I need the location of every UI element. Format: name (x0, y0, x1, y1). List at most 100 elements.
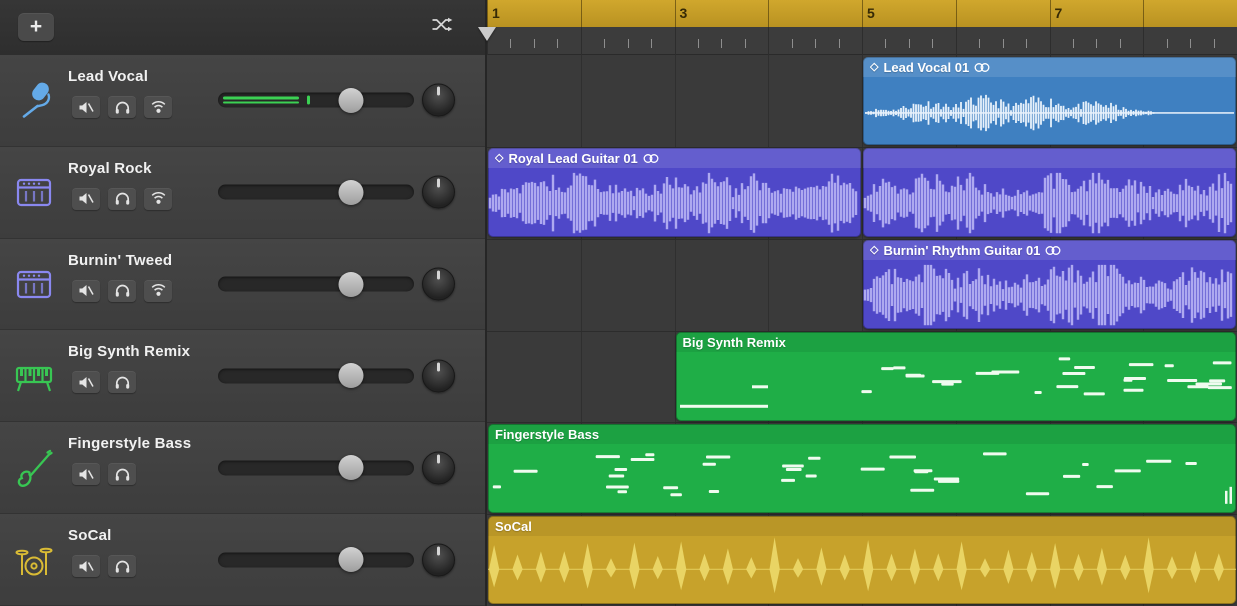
headphones-button[interactable] (108, 371, 136, 393)
pan-knob[interactable] (422, 176, 455, 209)
input-monitoring-icon (151, 101, 166, 114)
track-header[interactable]: Fingerstyle Bass (0, 422, 485, 514)
beat-tick (628, 39, 629, 48)
audio-region[interactable]: ◇Burnin' Rhythm Guitar 01 (863, 240, 1236, 329)
track-buttons (72, 188, 172, 210)
track-buttons (72, 280, 172, 302)
ruler-measure-number: 1 (492, 5, 500, 21)
track-header[interactable]: Royal Rock (0, 147, 485, 239)
input-monitoring-icon (151, 284, 166, 297)
pan-knob[interactable] (422, 451, 455, 484)
region-name: Big Synth Remix (683, 335, 786, 350)
volume-slider-thumb[interactable] (339, 547, 364, 572)
ruler-measure-line (1143, 0, 1144, 27)
pan-knob[interactable] (422, 84, 455, 117)
garageband-window: + Lead Vocal Royal Rock (0, 0, 1237, 606)
pan-knob[interactable] (422, 268, 455, 301)
volume-slider[interactable] (218, 93, 414, 108)
volume-slider-thumb[interactable] (339, 180, 364, 205)
headphones-button[interactable] (108, 96, 136, 118)
volume-slider-thumb[interactable] (339, 88, 364, 113)
transpose-diamond-icon: ◇ (870, 62, 878, 73)
beat-tick (534, 39, 535, 48)
pan-knob-notch (437, 271, 440, 280)
audio-region[interactable]: ◇ Royal Lead Guitar 01 (488, 148, 861, 237)
follow-tempo-icon (1045, 245, 1061, 256)
playhead[interactable] (478, 27, 496, 41)
input-monitoring-button[interactable] (144, 188, 172, 210)
mute-icon (78, 192, 94, 205)
volume-slider[interactable] (218, 368, 414, 383)
pan-knob[interactable] (422, 359, 455, 392)
beat-tick (581, 27, 582, 55)
track-buttons (72, 555, 136, 577)
beat-tick (721, 39, 722, 48)
ruler-measure-line (487, 0, 488, 27)
track-buttons (72, 463, 136, 485)
mute-button[interactable] (72, 188, 100, 210)
ruler[interactable]: 1357 (487, 0, 1237, 27)
beat-tick (815, 39, 816, 48)
mute-button[interactable] (72, 371, 100, 393)
mute-button[interactable] (72, 96, 100, 118)
input-monitoring-button[interactable] (144, 280, 172, 302)
beat-tick (1026, 39, 1027, 48)
mute-icon (78, 101, 94, 114)
beat-tick (1143, 27, 1144, 55)
level-meter (223, 97, 299, 104)
transpose-diamond-icon: ◇ (495, 153, 503, 164)
track-name: Burnin' Tweed (68, 252, 172, 269)
audio-region[interactable] (863, 148, 1236, 237)
beat-tick (839, 39, 840, 48)
region-name: Lead Vocal 01 (883, 60, 969, 75)
track-header[interactable]: SoCal (0, 514, 485, 606)
beat-tick (604, 39, 605, 48)
mute-button[interactable] (72, 555, 100, 577)
region-name: Royal Lead Guitar 01 (508, 151, 637, 166)
midi-region[interactable]: Big Synth Remix (676, 332, 1237, 421)
volume-slider-thumb[interactable] (339, 455, 364, 480)
beat-tick (675, 27, 676, 55)
track-header[interactable]: Lead Vocal (0, 55, 485, 147)
volume-slider[interactable] (218, 460, 414, 475)
headphones-button[interactable] (108, 280, 136, 302)
audio-region[interactable]: ◇ Lead Vocal 01 (863, 57, 1236, 146)
beat-tick (862, 27, 863, 55)
drummer-region[interactable]: SoCal (488, 516, 1236, 605)
headphones-icon (115, 468, 130, 481)
ruler-measure-line (1050, 0, 1051, 27)
midi-region[interactable]: Fingerstyle Bass (488, 424, 1236, 513)
headphones-button[interactable] (108, 555, 136, 577)
volume-slider[interactable] (218, 277, 414, 292)
headphones-icon (115, 101, 130, 114)
headphones-button[interactable] (108, 463, 136, 485)
volume-slider-thumb[interactable] (339, 363, 364, 388)
track-header[interactable]: Big Synth Remix (0, 330, 485, 422)
mute-button[interactable] (72, 280, 100, 302)
mute-button[interactable] (72, 463, 100, 485)
region-name: Burnin' Rhythm Guitar 01 (883, 243, 1040, 258)
ruler-measure-line (862, 0, 863, 27)
follow-tempo-icon (974, 62, 990, 73)
headphones-button[interactable] (108, 188, 136, 210)
ruler-measure-line (768, 0, 769, 27)
pan-knob[interactable] (422, 543, 455, 576)
volume-slider-thumb[interactable] (339, 272, 364, 297)
volume-slider[interactable] (218, 552, 414, 567)
ruler-ticks[interactable] (487, 27, 1237, 55)
beat-tick (1003, 39, 1004, 48)
beat-tick (1050, 27, 1051, 55)
ruler-measure-line (956, 0, 957, 27)
volume-slider[interactable] (218, 185, 414, 200)
beat-tick (745, 39, 746, 48)
input-monitoring-button[interactable] (144, 96, 172, 118)
region-label: SoCal (495, 518, 1230, 535)
microphone-icon (11, 77, 57, 123)
beat-tick (1214, 39, 1215, 48)
track-name: Royal Rock (68, 160, 152, 177)
playhead-catch-button[interactable] (429, 18, 455, 36)
beat-tick (1096, 39, 1097, 48)
track-header[interactable]: Burnin' Tweed (0, 239, 485, 331)
beat-tick (885, 39, 886, 48)
add-track-button[interactable]: + (18, 13, 54, 41)
